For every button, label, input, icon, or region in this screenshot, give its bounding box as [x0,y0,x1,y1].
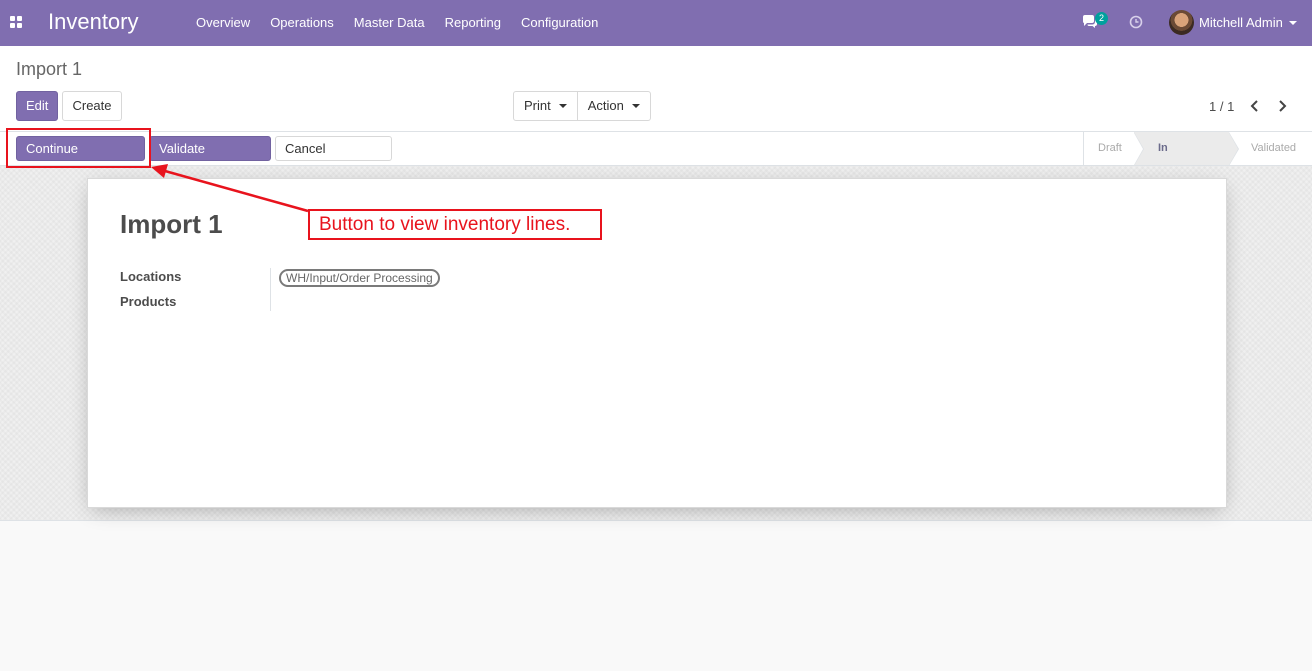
top-navbar: Inventory Overview Operations Master Dat… [0,0,1312,46]
main-menu: Overview Operations Master Data Reportin… [186,0,608,46]
record-title: Import 1 [120,209,223,239]
breadcrumb: Import 1 [16,59,83,79]
chevron-right-icon[interactable] [1274,98,1290,114]
action-dropdowns: Print Action [513,91,651,121]
create-button[interactable]: Create [62,91,122,121]
menu-overview[interactable]: Overview [186,0,260,46]
menu-master-data[interactable]: Master Data [344,0,435,46]
control-panel: Import 1 Edit Create Print Action 1 / 1 [0,46,1312,132]
action-dropdown[interactable]: Action [576,92,650,120]
stage-draft[interactable]: Draft [1084,132,1144,166]
locations-label: Locations [120,269,182,284]
validate-inventory-button[interactable]: Validate Inventory [149,136,271,179]
edit-button[interactable]: Edit [16,91,58,121]
menu-reporting[interactable]: Reporting [435,0,511,46]
annotation-callout: Button to view inventory lines. [308,209,602,240]
stage-draft-label: Draft [1098,142,1122,154]
chevron-left-icon[interactable] [1247,98,1263,114]
chat-count-badge: 2 [1095,12,1109,25]
activity-clock-icon[interactable] [1129,15,1143,29]
form-statusbar: Continue Inventory Validate Inventory Ca… [0,132,1312,187]
stage-validated-label: Validated [1251,142,1297,154]
field-separator [270,268,271,311]
stage-separator-inner [1134,133,1143,165]
form-sheet: Import 1 Locations Products WH/Input/Ord… [87,178,1227,508]
stage-validated[interactable]: Validated [1229,132,1312,165]
caret-down-icon [558,104,567,108]
app-title[interactable]: Inventory [48,9,139,35]
menu-operations[interactable]: Operations [260,0,344,46]
print-label: Print [524,98,551,113]
apps-menu-icon[interactable] [10,16,23,29]
cancel-inventory-button[interactable]: Cancel Inventory [275,136,392,179]
menu-configuration[interactable]: Configuration [511,0,608,46]
print-dropdown[interactable]: Print [514,92,577,120]
stage-in-progress[interactable]: In Progress [1134,132,1239,187]
form-view: Import 1 Locations Products WH/Input/Ord… [0,166,1312,521]
user-menu-caret-icon[interactable] [1289,21,1297,25]
products-label: Products [120,294,177,309]
caret-down-icon [631,104,640,108]
user-avatar[interactable] [1169,10,1194,35]
action-label: Action [587,98,624,113]
highlight-box [6,128,151,168]
stage-separator-inner [1229,133,1238,165]
user-name[interactable]: Mitchell Admin [1199,15,1283,30]
location-tag[interactable]: WH/Input/Order Processing [279,269,440,287]
stage-pipeline: Draft In Progress Validated [1083,132,1312,187]
pager-value[interactable]: 1 / 1 [1209,99,1234,114]
